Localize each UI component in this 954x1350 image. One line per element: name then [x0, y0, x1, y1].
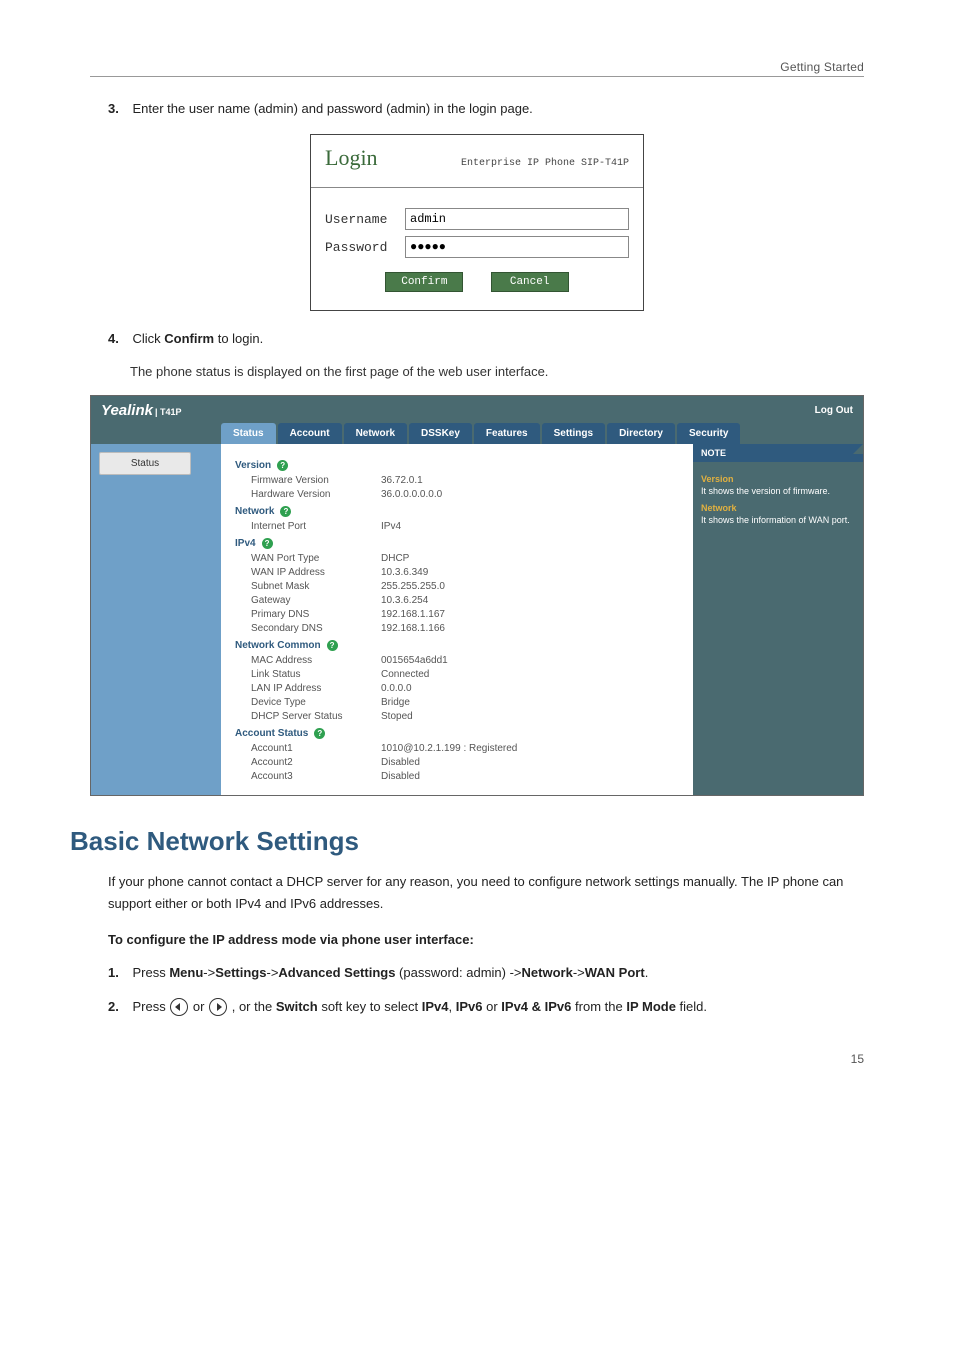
status-row: Primary DNS192.168.1.167	[251, 609, 685, 620]
status-row: Account2Disabled	[251, 757, 685, 768]
status-row: Hardware Version36.0.0.0.0.0.0	[251, 489, 685, 500]
help-icon[interactable]: ?	[327, 640, 338, 651]
username-label: Username	[325, 212, 405, 227]
status-row: WAN IP Address10.3.6.349	[251, 567, 685, 578]
section-title: Network Common?	[235, 640, 685, 651]
status-content: Version? Firmware Version36.72.0.1 Hardwar…	[221, 444, 693, 795]
right-arrow-icon	[209, 998, 227, 1016]
step-4-text: Click Confirm to login.	[132, 331, 263, 346]
tab-security[interactable]: Security	[677, 423, 740, 444]
cfg-step-1: 1. Press Menu->Settings->Advanced Settin…	[108, 965, 864, 980]
sidebar: Status	[91, 444, 221, 795]
help-icon[interactable]: ?	[277, 460, 288, 471]
username-input[interactable]	[405, 208, 629, 230]
page-header: Getting Started	[90, 60, 864, 77]
step-3: 3. Enter the user name (admin) and passw…	[108, 101, 864, 116]
step-3-text: Enter the user name (admin) and password…	[132, 101, 532, 116]
tab-directory[interactable]: Directory	[607, 423, 675, 444]
tabs: Status Account Network DSSKey Features S…	[221, 423, 863, 444]
status-row: Secondary DNS192.168.1.166	[251, 623, 685, 634]
help-icon[interactable]: ?	[314, 728, 325, 739]
status-row: Firmware Version36.72.0.1	[251, 475, 685, 486]
status-row: Link StatusConnected	[251, 669, 685, 680]
left-arrow-icon	[170, 998, 188, 1016]
logout-link[interactable]: Log Out	[815, 405, 853, 416]
section-title: IPv4?	[235, 538, 685, 549]
status-row: Account11010@10.2.1.199 : Registered	[251, 743, 685, 754]
login-panel: Login Enterprise IP Phone SIP-T41P Usern…	[310, 134, 644, 311]
section-heading: Basic Network Settings	[70, 826, 864, 857]
note-panel: NOTE VersionIt shows the version of firm…	[693, 444, 863, 795]
status-row: Subnet Mask255.255.255.0	[251, 581, 685, 592]
status-row: Gateway10.3.6.254	[251, 595, 685, 606]
status-row: MAC Address0015654a6dd1	[251, 655, 685, 666]
page-number: 15	[90, 1052, 864, 1066]
note-text: It shows the information of WAN port.	[701, 515, 855, 527]
brand: Yealink| T41P	[101, 402, 182, 419]
step-3-num: 3.	[108, 101, 119, 116]
step-4-sub: The phone status is displayed on the fir…	[130, 364, 864, 379]
sidebar-item-status[interactable]: Status	[99, 452, 191, 475]
status-row: DHCP Server StatusStoped	[251, 711, 685, 722]
login-subtitle: Enterprise IP Phone SIP-T41P	[461, 158, 629, 169]
section-title: Version?	[235, 460, 685, 471]
tab-status[interactable]: Status	[221, 423, 276, 444]
password-input[interactable]	[405, 236, 629, 258]
note-title: Network	[701, 503, 855, 515]
login-title: Login	[325, 145, 378, 171]
tab-settings[interactable]: Settings	[542, 423, 605, 444]
tab-network[interactable]: Network	[344, 423, 407, 444]
tab-account[interactable]: Account	[278, 423, 342, 444]
help-icon[interactable]: ?	[262, 538, 273, 549]
section-title: Account Status?	[235, 728, 685, 739]
status-row: Device TypeBridge	[251, 697, 685, 708]
password-label: Password	[325, 240, 405, 255]
note-head: NOTE	[693, 444, 863, 462]
status-row: Account3Disabled	[251, 771, 685, 782]
section-title: Network?	[235, 506, 685, 517]
status-row: Internet PortIPv4	[251, 521, 685, 532]
intro-paragraph: If your phone cannot contact a DHCP serv…	[108, 871, 864, 915]
help-icon[interactable]: ?	[280, 506, 291, 517]
status-row: WAN Port TypeDHCP	[251, 553, 685, 564]
tab-dsskey[interactable]: DSSKey	[409, 423, 472, 444]
note-text: It shows the version of firmware.	[701, 486, 855, 498]
step-4: 4. Click Confirm to login.	[108, 331, 864, 346]
tab-features[interactable]: Features	[474, 423, 540, 444]
confirm-button[interactable]: Confirm	[385, 272, 463, 292]
cancel-button[interactable]: Cancel	[491, 272, 569, 292]
config-heading: To configure the IP address mode via pho…	[108, 929, 864, 951]
note-title: Version	[701, 474, 855, 486]
web-ui: Yealink| T41P Log Out Status Account Net…	[90, 395, 864, 796]
status-row: LAN IP Address0.0.0.0	[251, 683, 685, 694]
step-4-num: 4.	[108, 331, 119, 346]
cfg-step-2: 2. Press or , or the Switch soft key to …	[108, 998, 864, 1016]
